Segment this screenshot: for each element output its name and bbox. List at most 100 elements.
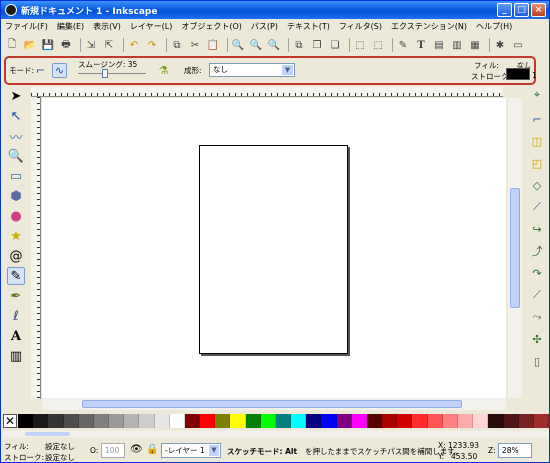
horizontal-scrollbar[interactable] <box>42 398 506 410</box>
snap-enable-icon[interactable]: ⌖ <box>529 87 545 103</box>
palette-swatch[interactable] <box>533 414 550 428</box>
undo-icon[interactable]: ↶ <box>127 38 141 52</box>
lock-layer-icon[interactable]: 🔒 <box>146 444 158 455</box>
smoothing-slider-knob[interactable] <box>102 69 108 78</box>
spray-tool-icon[interactable]: ▥ <box>7 347 25 365</box>
close-button[interactable]: × <box>531 3 546 17</box>
palette-swatch[interactable] <box>93 414 110 428</box>
snap-bbox-corner-icon[interactable]: ◰ <box>529 155 545 171</box>
palette-swatch[interactable] <box>412 414 428 428</box>
zoom-field[interactable]: 28% <box>498 443 532 458</box>
snap-smooth-icon[interactable]: ⟋ <box>529 287 545 303</box>
snap-bbox-midpoint-icon[interactable]: ◇ <box>529 177 545 193</box>
palette-swatch[interactable] <box>48 414 64 428</box>
save-icon[interactable]: 💾 <box>41 38 55 52</box>
rectangle-tool-icon[interactable]: ▭ <box>7 167 25 185</box>
snap-cusp-icon[interactable]: ↷ <box>529 265 545 281</box>
reset-defaults-icon[interactable]: ⚗ <box>156 63 171 78</box>
tweak-tool-icon[interactable]: 〰 <box>7 127 25 146</box>
menu-file[interactable]: ファイル(F) <box>5 21 48 32</box>
group-icon[interactable]: ⬚ <box>353 38 367 52</box>
palette-swatch[interactable] <box>306 414 322 428</box>
palette-swatch[interactable] <box>139 414 155 428</box>
node-tool-icon[interactable]: ↖ <box>7 107 25 125</box>
shape-select[interactable]: なし ▼ <box>209 63 295 77</box>
zoom-selection-icon[interactable]: 🔍 <box>231 38 245 52</box>
clone-icon[interactable]: ❐ <box>310 38 324 52</box>
palette-swatch[interactable] <box>245 414 261 428</box>
palette-swatch[interactable] <box>366 414 383 428</box>
maximize-button[interactable]: □ <box>514 3 529 17</box>
palette-swatch[interactable] <box>518 414 534 428</box>
export-icon[interactable]: ⇱ <box>102 38 116 52</box>
no-paint-swatch[interactable]: ✕ <box>3 414 17 428</box>
document-properties-icon[interactable]: ▦ <box>468 38 482 52</box>
palette-swatch[interactable] <box>351 414 367 428</box>
drawing-canvas[interactable] <box>42 98 506 398</box>
palette-swatch[interactable] <box>109 414 125 428</box>
menu-help[interactable]: ヘルプ(H) <box>476 21 512 32</box>
snap-bbox-edge-icon[interactable]: ◫ <box>529 133 545 149</box>
document-icon[interactable]: ▭ <box>511 38 525 52</box>
vertical-scroll-thumb[interactable] <box>510 188 520 308</box>
vertical-ruler[interactable] <box>31 97 41 399</box>
palette-swatch[interactable] <box>215 414 231 428</box>
menu-filters[interactable]: フィルタ(S) <box>339 21 382 32</box>
palette-swatch[interactable] <box>291 414 307 428</box>
paste-icon[interactable]: 📋 <box>206 38 220 52</box>
zoom-tool-icon[interactable]: 🔍 <box>7 147 25 165</box>
palette-swatch[interactable] <box>336 414 352 428</box>
star-tool-icon[interactable]: ★ <box>7 227 25 245</box>
menu-object[interactable]: オブジェクト(O) <box>181 21 242 32</box>
text-tool-icon[interactable]: A <box>7 327 25 345</box>
palette-swatch[interactable] <box>169 414 185 428</box>
palette-swatch[interactable] <box>124 414 140 428</box>
palette-swatch[interactable] <box>427 414 443 428</box>
palette-swatch[interactable] <box>63 414 79 428</box>
snap-page-icon[interactable]: ▯ <box>529 353 545 369</box>
document-page[interactable] <box>199 145 348 354</box>
snap-intersection-icon[interactable]: ⤴ <box>529 243 545 259</box>
snap-center-icon[interactable]: ✣ <box>529 331 545 347</box>
palette-swatch[interactable] <box>457 414 474 428</box>
snap-nodes-icon[interactable]: ⟋ <box>529 199 545 215</box>
text-font-icon[interactable]: T <box>414 38 428 52</box>
palette-swatch[interactable] <box>154 414 170 428</box>
minimize-button[interactable]: _ <box>497 3 512 17</box>
import-icon[interactable]: ⇲ <box>84 38 98 52</box>
copy-icon[interactable]: ⧉ <box>170 38 184 52</box>
pencil-tool-icon[interactable]: ✎ <box>7 267 25 285</box>
palette-swatch[interactable] <box>33 414 49 428</box>
menu-text[interactable]: テキスト(T) <box>287 21 330 32</box>
menu-view[interactable]: 表示(V) <box>93 21 121 32</box>
selector-tool-icon[interactable]: ➤ <box>7 87 25 105</box>
palette-swatch[interactable] <box>200 414 216 428</box>
horizontal-ruler[interactable] <box>31 87 503 97</box>
palette-swatch[interactable] <box>442 414 458 428</box>
print-icon[interactable]: 🖶 <box>59 38 73 52</box>
stroke-width-value[interactable]: 1 <box>532 71 537 80</box>
align-distribute-icon[interactable]: ▥ <box>450 38 464 52</box>
status-fill-value[interactable]: 設定なし <box>45 441 75 452</box>
palette-swatch[interactable] <box>78 414 94 428</box>
title-bar[interactable]: 新規ドキュメント 1 - Inkscape _ □ × <box>1 1 549 19</box>
layer-select[interactable]: -レイヤー 1 ▼ <box>161 443 221 458</box>
pencil-regular-mode-button[interactable]: ⌐ <box>33 63 48 78</box>
menu-path[interactable]: パス(P) <box>251 21 278 32</box>
palette-swatch[interactable] <box>184 414 201 428</box>
snap-path-icon[interactable]: ↪ <box>529 221 545 237</box>
fill-stroke-icon[interactable]: ✎ <box>396 38 410 52</box>
status-stroke-value[interactable]: 設定なし <box>45 452 75 463</box>
palette-scroll-thumb[interactable] <box>25 432 70 436</box>
menu-layer[interactable]: レイヤー(L) <box>130 21 172 32</box>
menu-extensions[interactable]: エクステンション(N) <box>391 21 467 32</box>
open-icon[interactable]: 📂 <box>23 38 37 52</box>
spiral-tool-icon[interactable]: @ <box>7 247 25 265</box>
horizontal-scroll-thumb[interactable] <box>82 400 462 408</box>
3d-box-tool-icon[interactable]: ⬢ <box>7 187 25 205</box>
snap-bbox-icon[interactable]: ⌐ <box>529 111 545 127</box>
pen-tool-icon[interactable]: ✒ <box>7 287 25 305</box>
palette-swatch[interactable] <box>473 414 489 428</box>
smoothing-slider-track[interactable] <box>78 73 146 74</box>
xml-editor-icon[interactable]: ▤ <box>432 38 446 52</box>
